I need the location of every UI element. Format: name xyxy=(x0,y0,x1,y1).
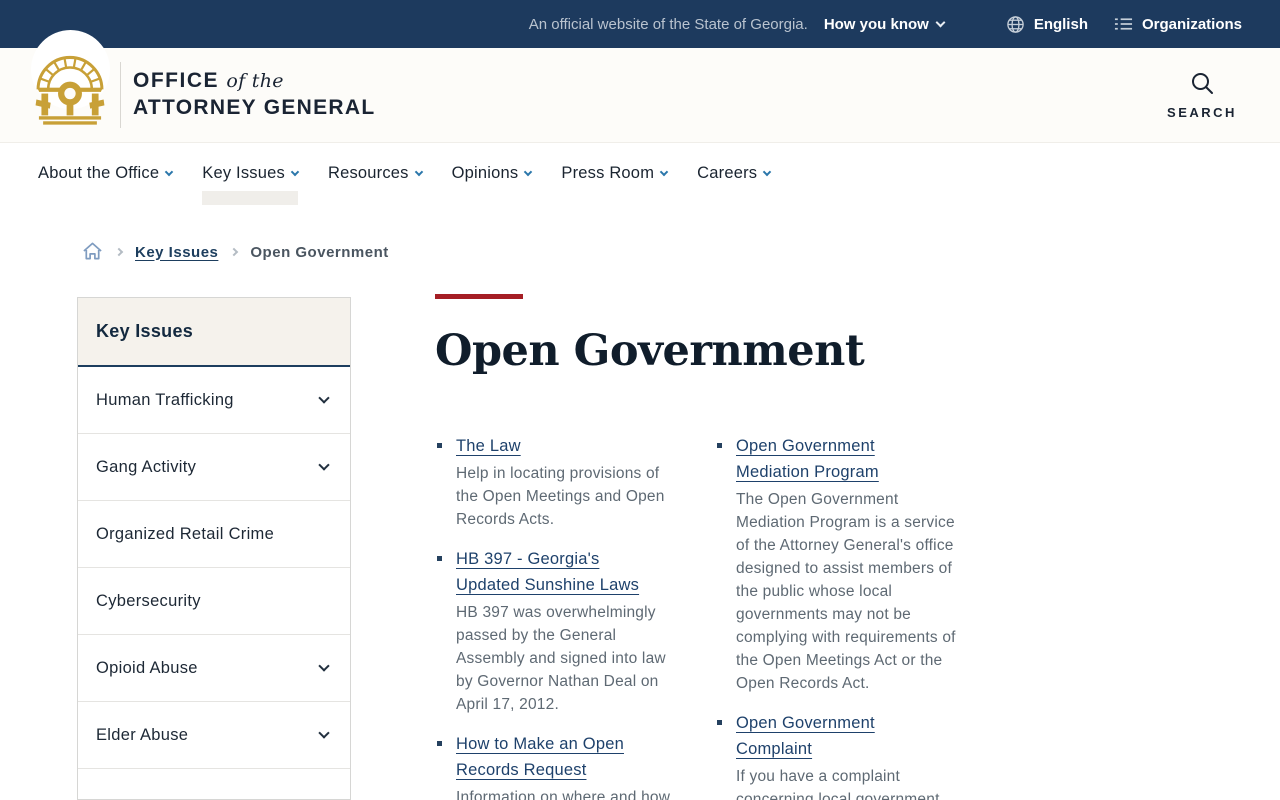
breadcrumb-separator-icon xyxy=(230,247,239,257)
list-item: Open Government Mediation Program The Op… xyxy=(715,433,963,695)
sidebar-item-opioid-abuse[interactable]: Opioid Abuse xyxy=(78,635,350,702)
chevron-down-icon xyxy=(318,727,330,739)
bullet-icon xyxy=(437,556,442,561)
list-item: The Law Help in locating provisions of t… xyxy=(435,433,685,531)
sidebar-item-label: Opioid Abuse xyxy=(96,658,198,677)
agency-attorney-general-text: ATTORNEY GENERAL xyxy=(133,96,376,119)
sidebar-item-gang-activity[interactable]: Gang Activity xyxy=(78,434,350,501)
organizations-label: Organizations xyxy=(1141,15,1242,33)
search-icon xyxy=(1189,73,1215,100)
bullet-icon xyxy=(437,741,442,746)
nav-label: About the Office xyxy=(38,164,160,182)
chevron-down-icon xyxy=(164,167,174,176)
agency-office-text: OFFICE xyxy=(133,69,227,92)
nav-item-press-room[interactable]: Press Room xyxy=(561,164,669,207)
breadcrumb-current-page: Open Government xyxy=(250,243,389,261)
primary-nav: About the Office Key Issues Resources Op… xyxy=(0,144,1280,215)
agency-ofthe-text: of the xyxy=(226,70,284,92)
page-title: Open Government xyxy=(435,326,865,376)
nav-label: Resources xyxy=(327,164,409,182)
chevron-down-icon xyxy=(659,167,669,176)
nav-item-resources[interactable]: Resources xyxy=(327,164,423,207)
chevron-down-icon xyxy=(318,459,330,471)
list-item: Open Government Complaint If you have a … xyxy=(715,710,963,800)
site-header: OFFICE of the ATTORNEY GENERAL SEARCH xyxy=(0,30,1280,143)
chevron-down-icon xyxy=(524,167,533,176)
sidebar-item-human-trafficking[interactable]: Human Trafficking xyxy=(78,367,350,434)
sidebar-item-organized-retail-crime[interactable]: Organized Retail Crime xyxy=(78,501,350,568)
how-you-know-label: How you know xyxy=(823,15,929,33)
nav-item-careers[interactable]: Careers xyxy=(697,164,772,207)
nav-item-opinions[interactable]: Opinions xyxy=(451,164,533,207)
sidebar-item-label: Human Trafficking xyxy=(96,390,234,409)
sidebar-title: Key Issues xyxy=(78,298,350,367)
search-label: SEARCH xyxy=(1167,105,1237,120)
sidebar-item-label: Organized Retail Crime xyxy=(96,524,275,543)
language-button[interactable]: English xyxy=(1006,15,1088,34)
sidebar-item-label: Elder Abuse xyxy=(96,725,189,744)
list-item: HB 397 - Georgia's Updated Sunshine Laws… xyxy=(435,546,685,716)
chevron-down-icon xyxy=(414,167,423,176)
chevron-down-icon xyxy=(318,392,330,404)
search-button[interactable]: SEARCH xyxy=(1160,70,1244,120)
sidebar-item-cybersecurity[interactable]: Cybersecurity xyxy=(78,568,350,635)
key-issues-sidebar: Key Issues Human Trafficking Gang Activi… xyxy=(77,297,351,800)
chevron-down-icon xyxy=(935,17,946,27)
sidebar-item-label: Gang Activity xyxy=(96,457,197,476)
nav-item-about-the-office[interactable]: About the Office xyxy=(38,164,174,207)
chevron-down-icon xyxy=(318,660,330,672)
brand-divider xyxy=(120,62,121,128)
organizations-button[interactable]: Organizations xyxy=(1114,16,1242,33)
nav-label: Press Room xyxy=(561,164,655,182)
official-banner: An official website of the State of Geor… xyxy=(0,0,1280,48)
link-description: Information on where and how xyxy=(456,789,671,800)
bullet-icon xyxy=(717,443,722,448)
list-item: How to Make an Open Records Request Info… xyxy=(435,731,685,800)
bullet-icon xyxy=(717,720,722,725)
chevron-down-icon xyxy=(762,167,772,176)
link-hb-397[interactable]: HB 397 - Georgia's Updated Sunshine Laws xyxy=(456,546,664,598)
official-text: An official website of the State of Geor… xyxy=(528,15,808,33)
sidebar-item-partial[interactable] xyxy=(78,769,350,799)
link-open-records-request[interactable]: How to Make an Open Records Request xyxy=(456,731,664,783)
bullet-icon xyxy=(437,443,442,448)
link-columns: The Law Help in locating provisions of t… xyxy=(435,433,963,800)
left-column: The Law Help in locating provisions of t… xyxy=(435,433,685,800)
agency-name[interactable]: OFFICE of the ATTORNEY GENERAL xyxy=(133,69,376,120)
nav-item-key-issues[interactable]: Key Issues xyxy=(202,164,300,207)
nav-label: Opinions xyxy=(451,164,519,182)
language-label: English xyxy=(1033,15,1088,33)
active-nav-marker xyxy=(202,191,298,205)
title-accent-bar xyxy=(435,294,523,299)
link-description: Help in locating provisions of the Open … xyxy=(456,465,665,528)
sidebar-item-label: Cybersecurity xyxy=(96,591,201,610)
link-description: If you have a complaint concerning local… xyxy=(736,768,945,800)
right-column: Open Government Mediation Program The Op… xyxy=(715,433,963,800)
breadcrumb-separator-icon xyxy=(114,247,124,257)
how-you-know-button[interactable]: How you know xyxy=(823,15,946,33)
link-the-law[interactable]: The Law xyxy=(456,433,521,459)
org-list-icon xyxy=(1114,16,1133,32)
breadcrumb: Key Issues Open Government xyxy=(82,240,389,264)
home-icon[interactable] xyxy=(82,241,103,265)
globe-icon xyxy=(1006,15,1025,34)
sidebar-item-elder-abuse[interactable]: Elder Abuse xyxy=(78,702,350,769)
nav-label: Careers xyxy=(697,164,758,182)
link-description: HB 397 was overwhelmingly passed by the … xyxy=(456,604,666,713)
link-mediation-program[interactable]: Open Government Mediation Program xyxy=(736,433,918,485)
breadcrumb-key-issues-link[interactable]: Key Issues xyxy=(135,244,218,261)
link-description: The Open Government Mediation Program is… xyxy=(736,491,956,692)
chevron-down-icon xyxy=(290,167,300,176)
seal-icon xyxy=(28,44,112,133)
link-open-government-complaint[interactable]: Open Government Complaint xyxy=(736,710,918,762)
nav-label: Key Issues xyxy=(202,164,285,182)
